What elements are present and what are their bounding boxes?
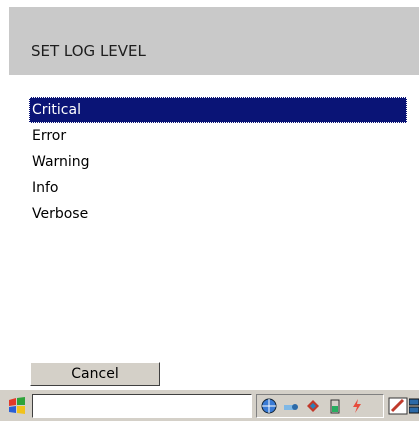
network-globe-icon[interactable] [261,398,277,414]
pen-input-icon[interactable] [388,396,408,416]
taskbar-input-panel[interactable] [32,394,252,418]
taskbar [0,389,419,421]
title-bar: SET LOG LEVEL [9,7,419,75]
cancel-button[interactable]: Cancel [30,362,160,386]
list-item-info[interactable]: Info [29,175,407,201]
connection-icon[interactable] [283,398,299,414]
switch-windows-icon[interactable] [408,396,419,416]
power-icon[interactable] [349,398,365,414]
system-tray [256,394,384,418]
sync-icon[interactable] [305,398,321,414]
battery-icon[interactable] [327,398,343,414]
list-item-verbose[interactable]: Verbose [29,201,407,227]
list-item-critical[interactable]: Critical [29,97,407,123]
list-item-warning[interactable]: Warning [29,149,407,175]
log-level-list: Critical Error Warning Info Verbose [29,97,407,227]
windows-flag-icon[interactable] [6,396,28,416]
page-title: SET LOG LEVEL [31,42,146,60]
list-item-error[interactable]: Error [29,123,407,149]
